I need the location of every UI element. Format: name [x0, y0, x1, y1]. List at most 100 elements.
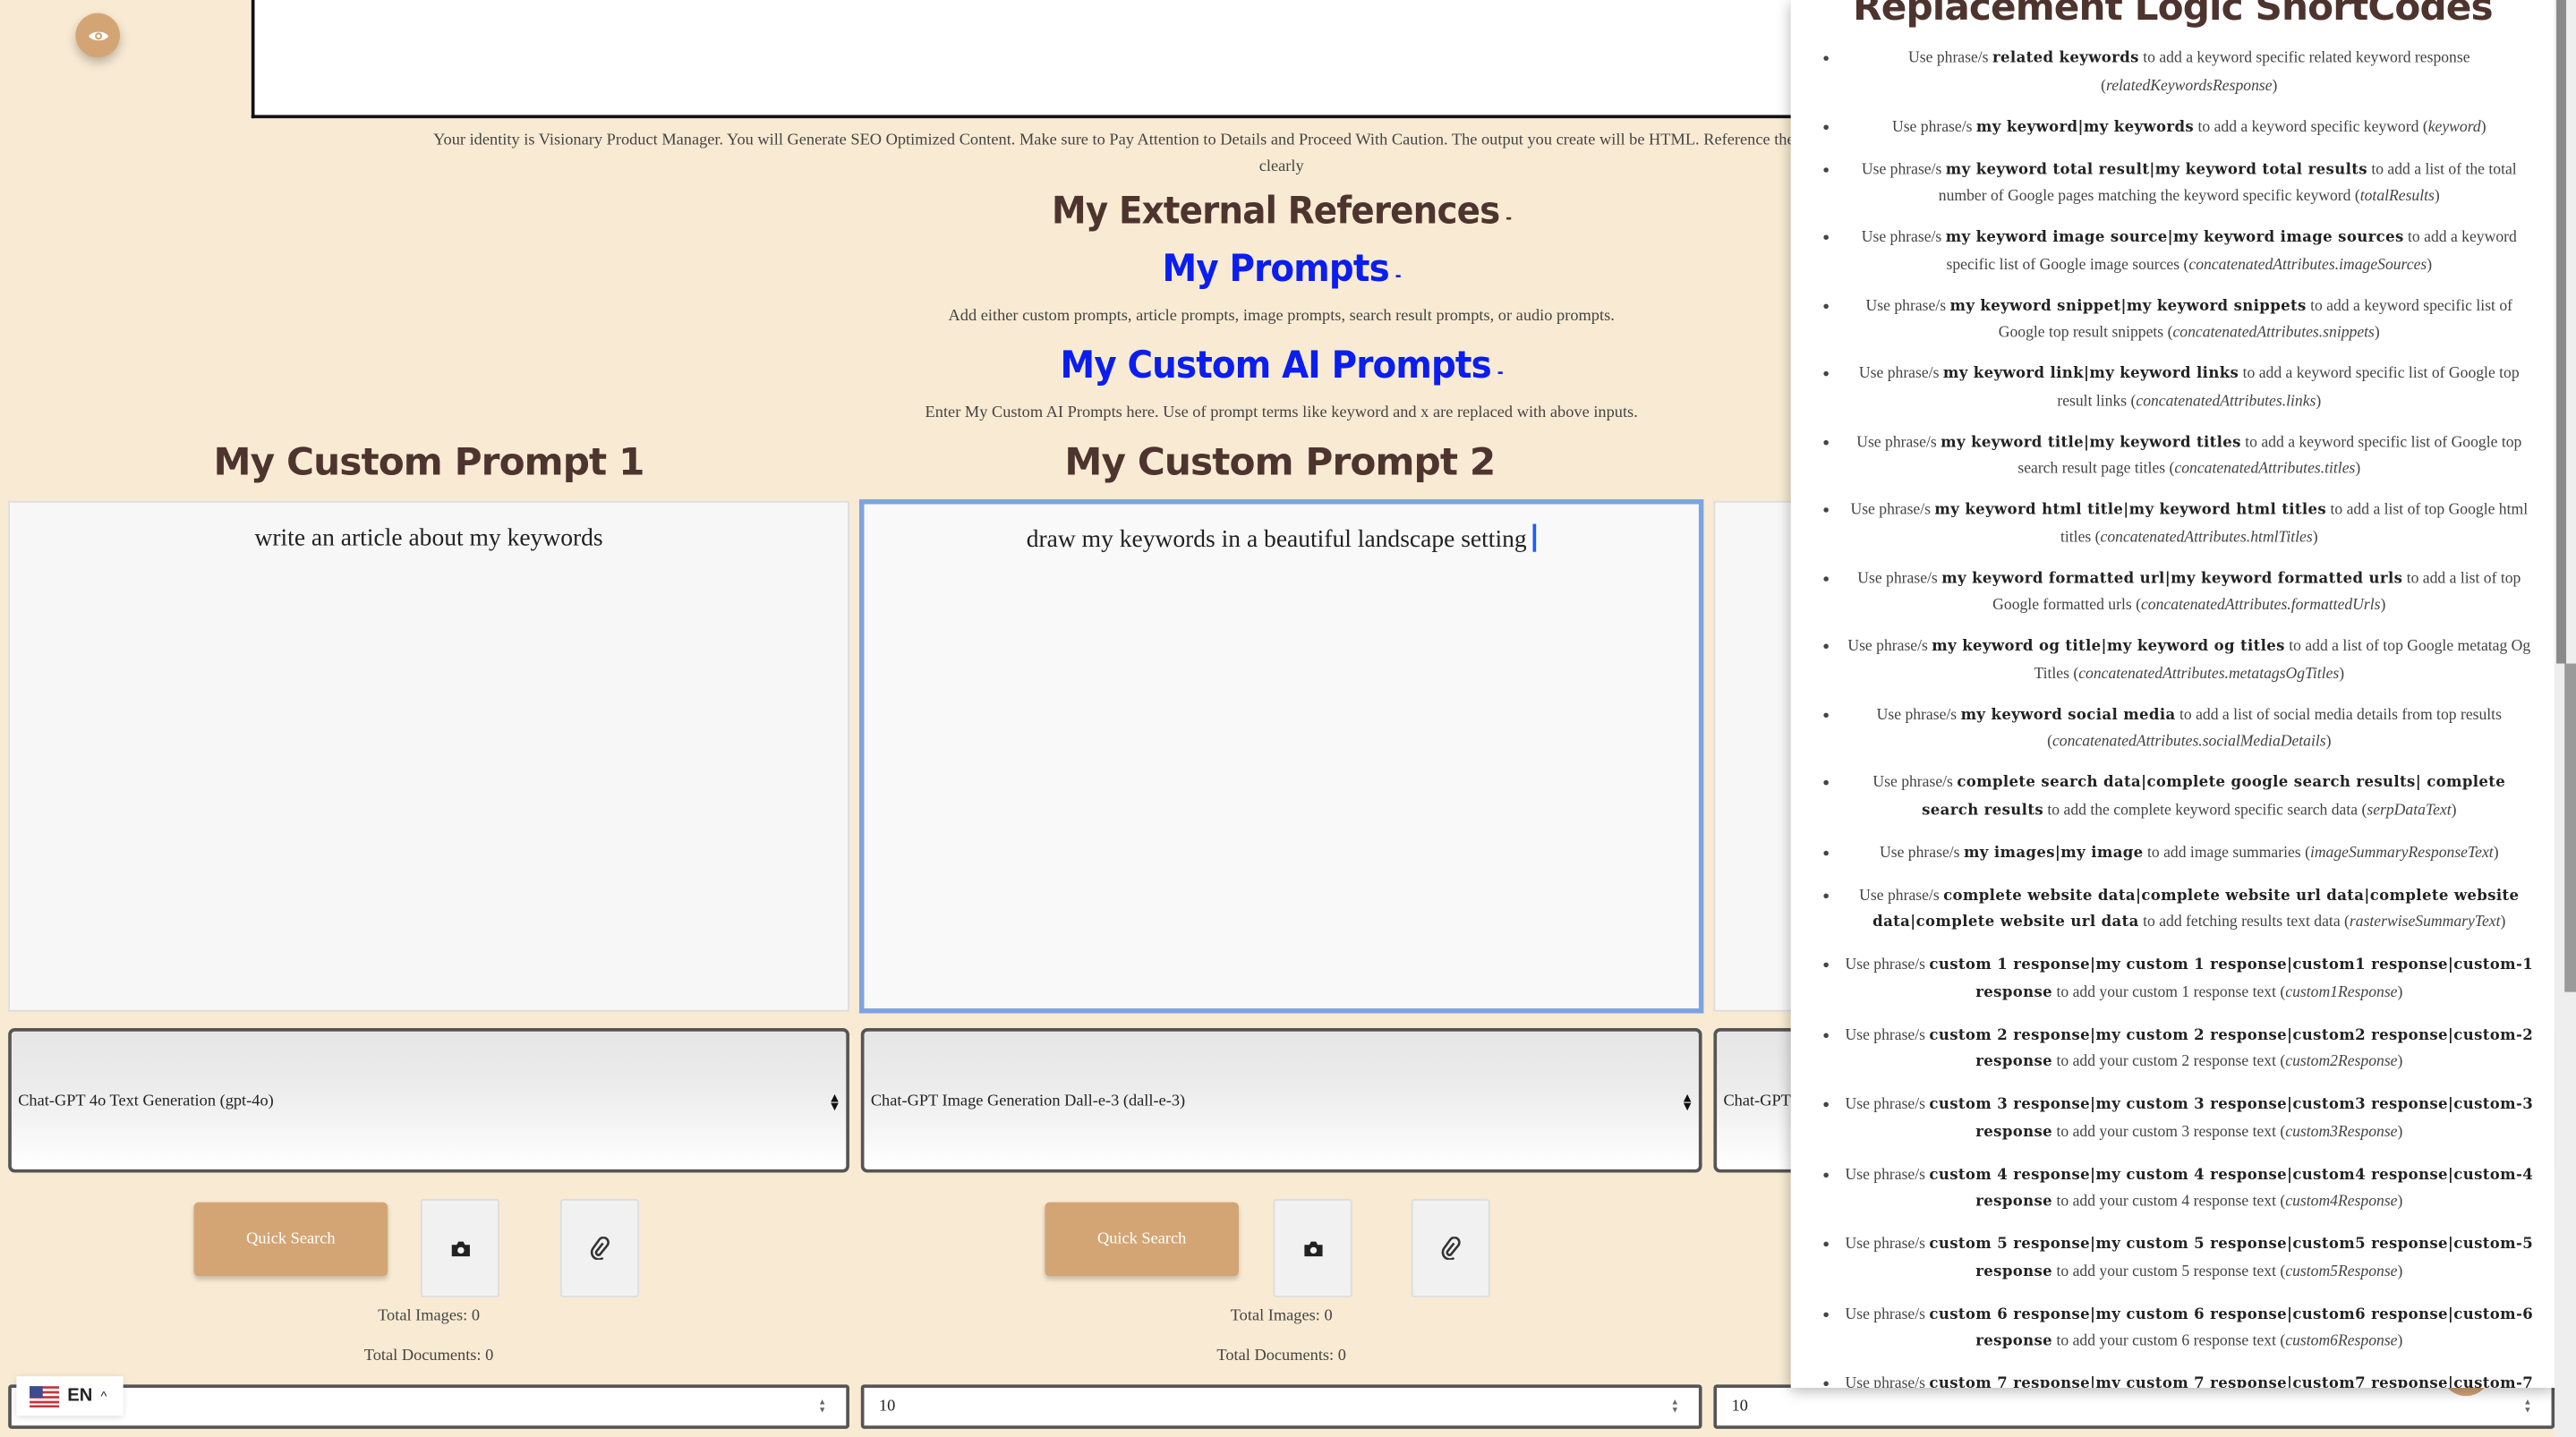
shortcodes-panel: Replacement Logic ShortCodes Use phrase/… [1790, 0, 2555, 1388]
shortcode-item: Use phrase/s my keyword image source|my … [1843, 225, 2535, 277]
shortcode-phrases: my keyword html title|my keyword html ti… [1934, 502, 2327, 520]
shortcode-variable: custom6Response [2285, 1331, 2398, 1350]
custom-prompt-2-title: My Custom Prompt 2 [1064, 441, 1496, 485]
heading-text: My Prompts [1162, 248, 1390, 291]
shortcode-prefix: Use phrase/s [1845, 956, 1926, 974]
shortcode-description: to add your custom 2 response text [2056, 1052, 2277, 1071]
shortcode-phrases: my keyword social media [1960, 707, 2176, 724]
shortcode-prefix: Use phrase/s [1850, 500, 1931, 520]
shortcode-prefix: Use phrase/s [1845, 1165, 1926, 1184]
shortcode-prefix: Use phrase/s [1876, 705, 1958, 724]
shortcode-description: to add your custom 3 response text [2056, 1122, 2277, 1141]
selected-model: Chat-GPT Image Generation Dall-e-3 (dall… [870, 1091, 1186, 1110]
spinner-icon[interactable]: ▲ ▼ [818, 1399, 826, 1416]
paperclip-icon [1441, 1237, 1461, 1260]
spinner-icon[interactable]: ▲ ▼ [1671, 1399, 1679, 1416]
shortcode-phrases: my keyword og title|my keyword og titles [1932, 639, 2285, 656]
shortcode-variable: imageSummaryResponseText [2309, 843, 2494, 862]
total-documents-2: Total Documents: 0 [1216, 1347, 1346, 1365]
toggle-visibility-button[interactable] [75, 13, 120, 58]
shortcode-item: Use phrase/s complete website data|compl… [1843, 883, 2535, 938]
quick-search-button-2[interactable]: Quick Search [1045, 1202, 1239, 1277]
shortcode-variable: rasterwiseSummaryText [2349, 913, 2501, 931]
shortcode-description: to add your custom 6 response text [2056, 1331, 2277, 1350]
shortcode-prefix: Use phrase/s [1845, 1025, 1926, 1044]
number-input-3[interactable]: 10 ▲ ▼ [1713, 1384, 2555, 1429]
shortcode-prefix: Use phrase/s [1865, 296, 1947, 315]
shortcode-variable: concatenatedAttributes.snippets [2172, 323, 2375, 342]
total-images-1: Total Images: 0 [378, 1307, 481, 1326]
shortcode-phrases: my keyword title|my keyword titles [1941, 434, 2241, 451]
collapse-toggle[interactable]: - [1395, 268, 1402, 285]
shortcode-item: Use phrase/s related keywords to add a k… [1843, 46, 2535, 98]
total-images-2: Total Images: 0 [1230, 1307, 1333, 1326]
camera-icon [1303, 1240, 1322, 1256]
shortcode-phrases: my keyword|my keywords [1975, 119, 2195, 136]
language-code: EN [67, 1386, 93, 1407]
collapse-toggle[interactable]: - [1506, 210, 1512, 228]
selected-model: Chat-GPT 4o Text Generation (gpt-4o) [18, 1091, 274, 1110]
number-input-1[interactable]: ▲ ▼ [8, 1384, 849, 1429]
shortcode-prefix: Use phrase/s [1845, 1095, 1926, 1114]
image-upload-button-2[interactable] [1273, 1198, 1352, 1298]
shortcode-variable: concatenatedAttributes.formattedUrls [2140, 596, 2381, 615]
shortcode-phrases: my keyword formatted url|my keyword form… [1941, 570, 2403, 588]
select-arrows-icon: ▲ ▼ [1680, 1090, 1694, 1114]
shortcode-prefix: Use phrase/s [1858, 364, 1940, 383]
us-flag-icon [30, 1385, 60, 1407]
shortcode-item: Use phrase/s my keyword|my keywords to a… [1843, 115, 2535, 141]
select-arrows-icon: ▲ ▼ [828, 1090, 841, 1114]
panel-scrollbar-thumb[interactable] [2556, 0, 2567, 664]
heading-text: My External References [1052, 190, 1500, 234]
spinner-icon[interactable]: ▲ ▼ [2523, 1399, 2531, 1416]
attach-document-button-2[interactable] [1411, 1198, 1490, 1298]
shortcode-description: to add your custom 5 response text [2056, 1262, 2277, 1280]
collapse-toggle[interactable]: - [1497, 364, 1504, 382]
shortcode-prefix: Use phrase/s [1845, 1305, 1926, 1323]
shortcode-phrases: my keyword link|my keyword links [1942, 366, 2239, 383]
shortcode-phrases: my keyword image source|my keyword image… [1945, 229, 2404, 247]
shortcode-variable: concatenatedAttributes.socialMediaDetail… [2051, 732, 2326, 751]
shortcode-description: to add your custom 1 response text [2056, 982, 2277, 1001]
shortcode-description: to add a keyword specific related keywor… [2143, 49, 2470, 68]
shortcode-item: Use phrase/s my keyword snippet|my keywo… [1843, 293, 2535, 346]
shortcode-prefix: Use phrase/s [1859, 886, 1940, 905]
shortcode-variable: concatenatedAttributes.titles [2174, 459, 2356, 479]
selected-model: Chat-GPT [1723, 1091, 1791, 1110]
shortcode-variable: concatenatedAttributes.imageSources [2188, 255, 2427, 274]
model-select-1[interactable]: Chat-GPT 4o Text Generation (gpt-4o) ▲ ▼ [8, 1028, 849, 1173]
total-documents-1: Total Documents: 0 [363, 1347, 494, 1365]
paperclip-icon [590, 1237, 610, 1260]
custom-prompt-2-textarea[interactable]: draw my keywords in a beautiful landscap… [858, 498, 1704, 1014]
number-input-2[interactable]: 10 ▲ ▼ [860, 1384, 1702, 1429]
heading-text: My Custom AI Prompts [1060, 344, 1492, 388]
attach-document-button-1[interactable] [559, 1198, 640, 1298]
page-scrollbar-thumb[interactable] [2564, 663, 2576, 992]
prompt-text: write an article about my keywords [254, 525, 603, 552]
quick-search-button-1[interactable]: Quick Search [193, 1202, 388, 1277]
shortcode-description: to add a keyword specific keyword [2197, 117, 2419, 136]
number-value: 10 [878, 1398, 896, 1416]
shortcode-description: to add image summaries [2146, 843, 2301, 862]
shortcode-variable: custom3Response [2285, 1122, 2398, 1141]
shortcode-description: to add the complete keyword specific sea… [2047, 800, 2358, 819]
shortcodes-list: Use phrase/s related keywords to add a k… [1791, 46, 2555, 1388]
image-upload-button-1[interactable] [420, 1198, 499, 1298]
shortcode-prefix: Use phrase/s [1856, 432, 1937, 451]
shortcode-phrases: my images|my image [1963, 845, 2144, 862]
shortcode-item: Use phrase/s my images|my image to add i… [1843, 840, 2535, 867]
shortcode-item: Use phrase/s my keyword total result|my … [1843, 157, 2535, 209]
chevron-up-icon: ^ [100, 1388, 107, 1404]
output-preview-box[interactable] [251, 0, 1898, 119]
shortcode-variable: custom2Response [2285, 1052, 2398, 1071]
shortcode-prefix: Use phrase/s [1908, 49, 1989, 68]
custom-prompt-1-textarea[interactable]: write an article about my keywords [8, 500, 849, 1012]
shortcode-phrases: related keywords [1992, 50, 2139, 68]
model-select-2[interactable]: Chat-GPT Image Generation Dall-e-3 (dall… [860, 1028, 1702, 1173]
shortcode-prefix: Use phrase/s [1845, 1235, 1926, 1254]
number-value: 10 [1731, 1398, 1748, 1416]
shortcode-item: Use phrase/s custom 5 response|my custom… [1843, 1232, 2535, 1287]
language-selector[interactable]: EN ^ [16, 1376, 124, 1416]
shortcode-item: Use phrase/s my keyword link|my keyword … [1843, 361, 2535, 414]
shortcode-phrases: custom 7 response|my custom 7 response|c… [1929, 1376, 2534, 1388]
